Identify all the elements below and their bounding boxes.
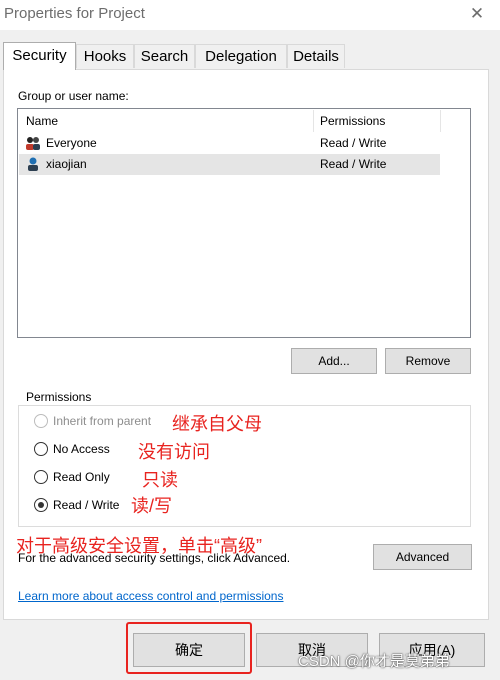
inherit-annotation: 继承自父母 xyxy=(172,414,262,434)
window-edge xyxy=(491,69,500,629)
remove-button[interactable]: Remove xyxy=(385,348,471,374)
group-user-label: Group or user name: xyxy=(18,89,129,103)
tab-delegation[interactable]: Delegation xyxy=(195,44,287,68)
no-access-label: No Access xyxy=(53,442,110,456)
window-title: Properties for Project xyxy=(4,5,145,22)
tab-security[interactable]: Security xyxy=(3,42,76,70)
list-item-name: Everyone xyxy=(46,136,97,150)
column-divider xyxy=(313,110,314,132)
learn-more-container: Learn more about access control and perm… xyxy=(18,587,283,605)
read-write-radio[interactable] xyxy=(34,498,48,512)
inherit-label: Inherit from parent xyxy=(53,414,152,428)
read-write-annotation: 读/写 xyxy=(131,496,173,516)
permissions-group-title: Permissions xyxy=(24,390,94,404)
no-access-annotation: 没有访问 xyxy=(138,442,210,462)
tab-hooks[interactable]: Hooks xyxy=(76,44,134,68)
close-icon[interactable]: ✕ xyxy=(466,3,488,25)
list-item-permissions: Read / Write xyxy=(320,157,387,171)
list-item-name: xiaojian xyxy=(46,157,87,171)
no-access-radio[interactable] xyxy=(34,442,48,456)
tab-search[interactable]: Search xyxy=(134,44,195,68)
column-header-name[interactable]: Name xyxy=(26,110,58,132)
list-item[interactable]: Everyone Read / Write xyxy=(19,133,440,154)
user-icon xyxy=(28,157,38,171)
read-only-radio[interactable] xyxy=(34,470,48,484)
column-header-permissions[interactable]: Permissions xyxy=(320,110,385,132)
tab-details[interactable]: Details xyxy=(287,44,345,68)
read-only-annotation: 只读 xyxy=(142,470,178,490)
column-divider xyxy=(440,110,441,132)
watermark: CSDN @你才是莫弟弟 xyxy=(298,653,450,670)
read-only-label: Read Only xyxy=(53,470,110,484)
add-button[interactable]: Add... xyxy=(291,348,377,374)
ok-highlight-box xyxy=(126,622,252,674)
list-item[interactable]: xiaojian Read / Write xyxy=(19,154,440,175)
user-group-icon xyxy=(26,137,40,150)
learn-more-link[interactable]: Learn more about access control and perm… xyxy=(18,589,283,603)
advanced-description: For the advanced security settings, clic… xyxy=(18,551,291,565)
inherit-radio[interactable] xyxy=(34,414,48,428)
read-write-label: Read / Write xyxy=(53,498,120,512)
advanced-button[interactable]: Advanced xyxy=(373,544,472,570)
list-item-permissions: Read / Write xyxy=(320,136,387,150)
